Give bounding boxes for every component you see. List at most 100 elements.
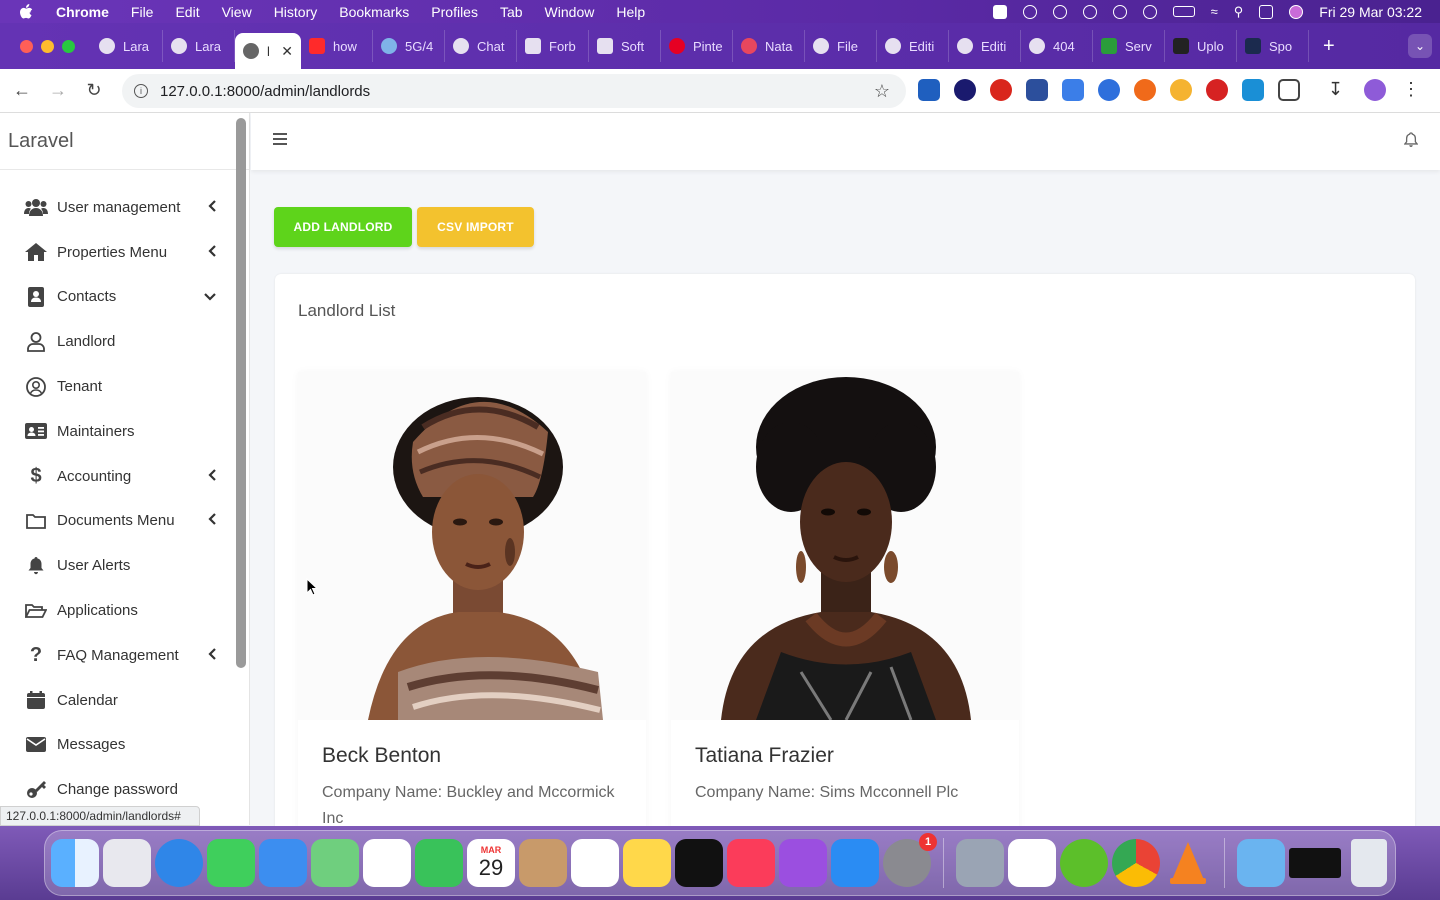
control-center-icon[interactable] [1259, 4, 1274, 19]
menu-help[interactable]: Help [616, 4, 645, 20]
zoom-window-button[interactable] [62, 39, 75, 53]
calendar-app-icon[interactable]: MAR 29 [467, 839, 515, 887]
menu-window[interactable]: Window [545, 4, 595, 20]
finder-icon[interactable] [51, 839, 99, 887]
bookmark-star-icon[interactable]: ☆ [874, 81, 890, 102]
siri-icon[interactable] [1289, 4, 1304, 19]
menu-history[interactable]: History [274, 4, 318, 20]
menu-profiles[interactable]: Profiles [431, 4, 478, 20]
sidebar-item-landlord[interactable]: Landlord [0, 319, 234, 364]
translate-extension-icon[interactable] [1062, 79, 1084, 101]
vlc-status-icon[interactable] [1022, 4, 1037, 19]
landlord-card[interactable]: Beck Benton Company Name: Buckley and Mc… [298, 372, 646, 842]
csv-import-button[interactable]: CSV IMPORT [417, 207, 534, 247]
music-icon[interactable] [727, 839, 775, 887]
forward-arrow-icon[interactable]: → [40, 80, 76, 101]
sidebar-item-tenant[interactable]: Tenant [0, 364, 234, 409]
browser-tab[interactable]: Pinte [661, 30, 733, 62]
apple-icon[interactable] [18, 3, 34, 20]
sidebar-item-calendar[interactable]: Calendar [0, 678, 234, 723]
reload-icon[interactable]: ↻ [76, 80, 112, 101]
creative-cloud-icon[interactable] [1052, 4, 1067, 19]
podcasts-icon[interactable] [779, 839, 827, 887]
screenshot-stack-icon[interactable] [1289, 848, 1341, 878]
menu-edit[interactable]: Edit [175, 4, 199, 20]
downloads-folder-icon[interactable] [1237, 839, 1285, 887]
sidebar-item-documents-menu[interactable]: Documents Menu [0, 499, 234, 544]
browser-tab[interactable]: Lara [163, 30, 235, 62]
brand-logo[interactable]: Laravel [0, 113, 249, 170]
sidebar-item-accounting[interactable]: $ Accounting [0, 454, 234, 499]
notes-icon[interactable] [623, 839, 671, 887]
play-extension-icon[interactable] [1098, 79, 1120, 101]
menu-bookmarks[interactable]: Bookmarks [339, 4, 409, 20]
minimize-window-button[interactable] [41, 39, 54, 53]
add-landlord-button[interactable]: ADD LANDLORD [274, 207, 412, 247]
font-extension-icon[interactable] [1242, 79, 1264, 101]
browser-tab[interactable]: how [301, 30, 373, 62]
sidebar-item-maintainers[interactable]: Maintainers [0, 409, 234, 454]
reminders-icon[interactable] [571, 839, 619, 887]
menu-view[interactable]: View [222, 4, 252, 20]
notification-bell-icon[interactable] [1403, 132, 1419, 153]
mail-icon[interactable] [259, 839, 307, 887]
browser-tab[interactable]: Soft [589, 30, 661, 62]
close-tab-icon[interactable]: ✕ [281, 43, 293, 60]
save-extension-icon[interactable] [1026, 79, 1048, 101]
battery-icon[interactable] [1172, 6, 1195, 17]
wifi-icon[interactable]: ≈ [1211, 4, 1218, 19]
sidebar-item-user-alerts[interactable]: User Alerts [0, 543, 234, 588]
wordpress-icon[interactable] [1082, 4, 1097, 19]
browser-tab[interactable]: Forb [517, 30, 589, 62]
landlord-card[interactable]: Tatiana Frazier Company Name: Sims Mccon… [671, 372, 1019, 842]
record-icon[interactable] [992, 4, 1007, 19]
contacts-icon[interactable] [519, 839, 567, 887]
browser-tab[interactable]: Lara [91, 30, 163, 62]
close-window-button[interactable] [20, 39, 33, 53]
more-menu-icon[interactable]: ⋮ [1400, 79, 1422, 101]
browser-tab-active[interactable]: l ✕ [235, 33, 301, 69]
browser-tab[interactable]: Nata [733, 30, 805, 62]
sidebar-item-contacts[interactable]: Contacts [0, 275, 234, 320]
copy-extension-icon[interactable] [918, 79, 940, 101]
trash-icon[interactable] [1351, 839, 1387, 887]
sidebar-item-applications[interactable]: Applications [0, 588, 234, 633]
profile-avatar-icon[interactable] [1364, 79, 1386, 101]
apple-tv-icon[interactable] [675, 839, 723, 887]
sidebar-item-faq-management[interactable]: ? FAQ Management [0, 633, 234, 678]
browser-tab[interactable]: Editi [949, 30, 1021, 62]
play-status-icon[interactable] [1142, 4, 1157, 19]
menu-file[interactable]: File [131, 4, 154, 20]
app-store-icon[interactable] [831, 839, 879, 887]
browser-tab[interactable]: Chat [445, 30, 517, 62]
system-preferences-icon[interactable] [956, 839, 1004, 887]
download-icon[interactable]: ↧ [1328, 79, 1350, 101]
browser-tab[interactable]: 404 [1021, 30, 1093, 62]
vlc-icon[interactable] [1164, 839, 1212, 887]
vscode-icon[interactable] [1008, 839, 1056, 887]
stop-extension-icon[interactable] [990, 79, 1012, 101]
browser-tab[interactable]: 5G/4 [373, 30, 445, 62]
facetime-icon[interactable] [415, 839, 463, 887]
address-bar[interactable]: i 127.0.0.1:8000/admin/landlords ☆ [122, 74, 906, 108]
hamburger-menu-icon[interactable] [273, 133, 287, 148]
back-arrow-icon[interactable]: ← [4, 80, 40, 101]
user-status-icon[interactable] [1112, 4, 1127, 19]
cookie-extension-icon[interactable] [1170, 79, 1192, 101]
browser-tab[interactable]: File [805, 30, 877, 62]
system-settings-icon[interactable]: 1 [883, 833, 937, 887]
adblock-extension-icon[interactable] [1206, 79, 1228, 101]
menu-tab[interactable]: Tab [500, 4, 523, 20]
sidebar-item-properties-menu[interactable]: Properties Menu [0, 230, 234, 275]
sidebar-scrollbar-thumb[interactable] [236, 118, 246, 668]
address-url[interactable]: 127.0.0.1:8000/admin/landlords [160, 83, 370, 100]
flame-extension-icon[interactable] [1134, 79, 1156, 101]
menu-clock[interactable]: Fri 29 Mar 03:22 [1319, 4, 1422, 20]
site-info-icon[interactable]: i [134, 84, 148, 98]
puzzle-extensions-icon[interactable] [1278, 79, 1300, 101]
browser-tab[interactable]: Serv [1093, 30, 1165, 62]
browser-tab[interactable]: Spo [1237, 30, 1309, 62]
utorrent-icon[interactable] [1060, 839, 1108, 887]
launchpad-icon[interactable] [103, 839, 151, 887]
spotlight-search-icon[interactable]: ⚲ [1234, 4, 1244, 20]
